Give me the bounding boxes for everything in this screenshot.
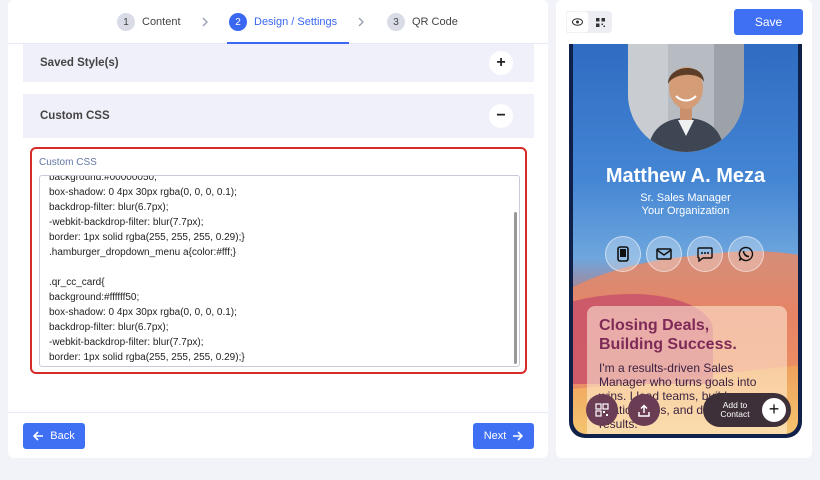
contact-title: Sr. Sales Manager — [640, 192, 731, 204]
bio-title-line-1: Closing Deals, — [599, 317, 710, 334]
textarea-scrollbar[interactable] — [514, 212, 517, 364]
arrow-left-icon — [33, 431, 44, 441]
view-toggle — [566, 11, 612, 33]
plus-icon: + — [762, 398, 786, 422]
qr-code-icon[interactable] — [586, 394, 618, 426]
chevron-right-icon — [353, 14, 369, 30]
contact-organization: Your Organization — [641, 205, 730, 217]
eye-icon[interactable] — [566, 11, 589, 33]
profile-photo — [628, 44, 744, 152]
contact-name: Matthew A. Meza — [605, 165, 766, 187]
back-button[interactable]: Back — [23, 423, 85, 449]
arrow-right-icon — [513, 431, 524, 441]
accordion-saved-styles[interactable]: Saved Style(s) + — [23, 44, 534, 82]
stepper: 1 Content 2 Design / Settings 3 QR Code — [8, 0, 548, 44]
custom-css-section: Custom CSS background:#00000050; box-sha… — [30, 147, 527, 374]
contact-actions — [605, 236, 764, 272]
custom-css-label: Custom CSS — [39, 157, 97, 168]
expand-plus-icon[interactable]: + — [489, 51, 513, 75]
qr-code-icon[interactable] — [589, 11, 612, 33]
phone-icon[interactable] — [605, 236, 641, 272]
step-navigation: Back Next — [8, 412, 548, 449]
next-button[interactable]: Next — [473, 423, 534, 449]
bio-title-line-2: Building Success. — [599, 336, 737, 353]
add-to-contact-button[interactable]: Add to Contact + — [703, 393, 791, 427]
floating-action-bar: Add to Contact + — [586, 392, 791, 428]
step-design-settings[interactable]: 2 Design / Settings — [226, 0, 350, 44]
whatsapp-icon[interactable] — [728, 236, 764, 272]
collapse-minus-icon[interactable]: − — [489, 104, 513, 128]
step-qr-code[interactable]: 3 QR Code — [387, 0, 458, 44]
custom-css-textarea[interactable]: background:#00000050; box-shadow: 0 4px … — [39, 175, 520, 367]
editor-panel: 1 Content 2 Design / Settings 3 QR Code … — [8, 0, 548, 458]
css-code: background:#00000050; box-shadow: 0 4px … — [49, 175, 245, 363]
card-preview-screen: Matthew A. Meza Sr. Sales Manager Your O… — [573, 44, 798, 434]
sms-icon[interactable] — [687, 236, 723, 272]
email-icon[interactable] — [646, 236, 682, 272]
phone-preview: Matthew A. Meza Sr. Sales Manager Your O… — [569, 44, 802, 438]
settings-content: Saved Style(s) + Custom CSS − Custom CSS… — [23, 44, 534, 388]
step-content[interactable]: 1 Content — [117, 0, 181, 44]
chevron-right-icon — [197, 14, 213, 30]
preview-panel: Save Matthew A. Meza Sr. Sales Manager Y… — [556, 0, 812, 458]
save-button[interactable]: Save — [734, 9, 803, 35]
accordion-custom-css[interactable]: Custom CSS − — [23, 94, 534, 138]
share-icon[interactable] — [628, 394, 660, 426]
